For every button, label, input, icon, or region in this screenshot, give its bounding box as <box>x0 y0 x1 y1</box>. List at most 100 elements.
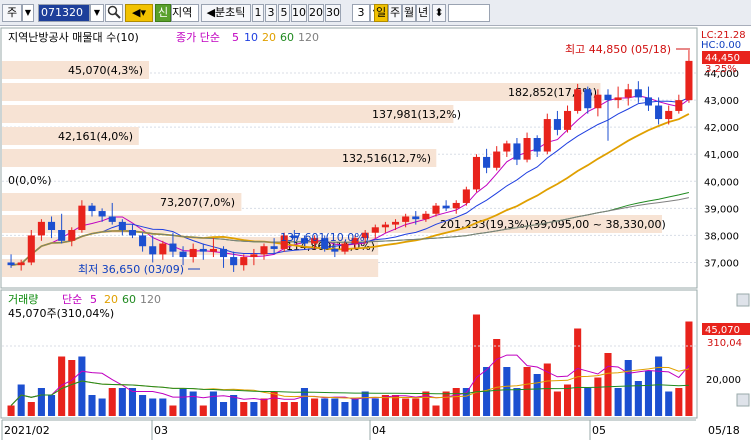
candle-body <box>412 216 420 220</box>
volume-bar <box>98 398 106 416</box>
price-axis-label: 38,000 <box>704 231 739 242</box>
candle-body <box>675 100 683 111</box>
interval-button-3[interactable]: 3 <box>265 4 277 22</box>
candle-body <box>341 243 349 252</box>
volume-bar <box>260 398 268 416</box>
search-icon[interactable] <box>105 4 123 22</box>
code-dropdown-icon[interactable]: ▼ <box>90 4 104 22</box>
period-day-button[interactable]: 일 <box>374 4 388 22</box>
volume-bar <box>412 398 420 416</box>
stock-name: 지역 <box>171 4 199 22</box>
updown-icon[interactable]: ⬍ <box>432 4 446 22</box>
candle-body <box>37 221 45 236</box>
speaker-icon[interactable]: ◀▾ <box>125 4 153 22</box>
x-axis-label: 04 <box>372 424 386 437</box>
volume-bar <box>624 360 632 416</box>
volume-bar <box>290 402 298 416</box>
toolbar: 주 ▼ 071320 ▼ ◀▾ 신 지역 ◀분초틱 135102030 3 ▼ … <box>0 0 751 26</box>
candle-body <box>381 224 389 228</box>
stock-code-input[interactable]: 071320 <box>38 4 90 22</box>
x-axis-label: 03 <box>154 424 168 437</box>
volume-profile-label: 0(0,0%) <box>8 174 52 187</box>
volume-bar <box>179 388 187 416</box>
candle-body <box>331 248 339 252</box>
vma120-legend: 120 <box>140 293 161 306</box>
candle-body <box>553 119 561 130</box>
candle-body <box>644 97 653 106</box>
candle-body <box>88 205 96 212</box>
candle-body <box>391 221 400 225</box>
candle-body <box>493 151 501 168</box>
interval-button-20[interactable]: 20 <box>308 4 324 22</box>
current-price: 44,450 <box>705 53 740 64</box>
candle-body <box>189 248 197 258</box>
candle-body <box>574 89 582 111</box>
period-month-button[interactable]: 월 <box>402 4 416 22</box>
candle-body <box>7 262 15 266</box>
candle-body <box>452 202 460 209</box>
price-axis-label: 42,000 <box>704 123 739 134</box>
volume-bar <box>361 391 369 416</box>
vma60-legend: 60 <box>122 293 136 306</box>
candle-body <box>371 227 379 233</box>
market-dropdown-icon[interactable]: ▼ <box>22 4 34 22</box>
volume-bar <box>371 398 379 416</box>
candle-body <box>17 262 25 266</box>
x-axis-label: 05/18 <box>708 424 740 437</box>
volume-axis-label: 20,000 <box>706 375 741 386</box>
credit-badge: 신 <box>155 4 171 22</box>
candle-body <box>523 138 531 160</box>
x-axis-label: 05 <box>592 424 606 437</box>
interval-button-30[interactable]: 30 <box>325 4 341 22</box>
chart-area: 45,070(4,3%) 182,852(17,5%) 137,981(13,2%)… <box>0 26 751 442</box>
free-input[interactable] <box>448 4 490 22</box>
volume-bar <box>68 360 76 416</box>
interval-button-5[interactable]: 5 <box>278 4 290 22</box>
volume-bar <box>250 402 258 416</box>
volume-bar <box>169 405 177 416</box>
candle-body <box>118 221 126 230</box>
period-year-button[interactable]: 년 <box>416 4 430 22</box>
candle-body <box>402 216 410 222</box>
volume-bar <box>442 391 450 416</box>
candle-body <box>58 230 66 241</box>
candle-body <box>594 94 602 109</box>
candle-body <box>270 246 278 249</box>
volume-bar <box>37 388 45 416</box>
chart-svg[interactable]: 45,070(4,3%) 182,852(17,5%) 137,981(13,2%)… <box>0 26 751 442</box>
interval-button-10[interactable]: 10 <box>291 4 307 22</box>
candle-body <box>139 235 147 247</box>
candle-body <box>604 94 612 101</box>
volume-bar <box>118 388 126 416</box>
volume-bar <box>128 388 137 416</box>
volume-profile-label: 137,981(13,2%) <box>372 108 461 121</box>
count-input[interactable]: 3 <box>352 4 370 22</box>
volume-bar <box>604 353 612 416</box>
candle-body <box>533 138 541 152</box>
candle-body <box>655 105 663 120</box>
vma5-legend: 5 <box>90 293 97 306</box>
low-annotation: 최저 36,650 (03/09) <box>78 263 184 276</box>
tick-period-button[interactable]: ◀분초틱 <box>201 4 251 22</box>
volume-bar <box>472 314 481 416</box>
ma60-legend: 60 <box>280 31 294 44</box>
volume-profile-label: 45,070(4,3%) <box>68 64 143 77</box>
volume-scroll-up[interactable] <box>736 293 750 307</box>
candle-body <box>614 97 622 101</box>
candle-body <box>543 119 551 152</box>
volume-bar <box>321 398 329 416</box>
price-axis-label: 37,000 <box>704 258 739 269</box>
interval-button-1[interactable]: 1 <box>252 4 264 22</box>
volume-bar <box>644 370 653 416</box>
candle-body <box>260 246 268 255</box>
candle-body <box>219 248 228 258</box>
volume-bar <box>381 395 389 416</box>
volume-badge-value: 45,070 <box>705 325 740 336</box>
volume-value: 45,070주(310,04%) <box>8 307 114 320</box>
volume-bar <box>230 395 238 416</box>
volume-scroll-down[interactable] <box>736 393 750 407</box>
candle-body <box>462 189 470 203</box>
period-week-button[interactable]: 주 <box>388 4 402 22</box>
ma5-legend: 5 <box>232 31 239 44</box>
market-select[interactable]: 주 <box>2 4 22 22</box>
